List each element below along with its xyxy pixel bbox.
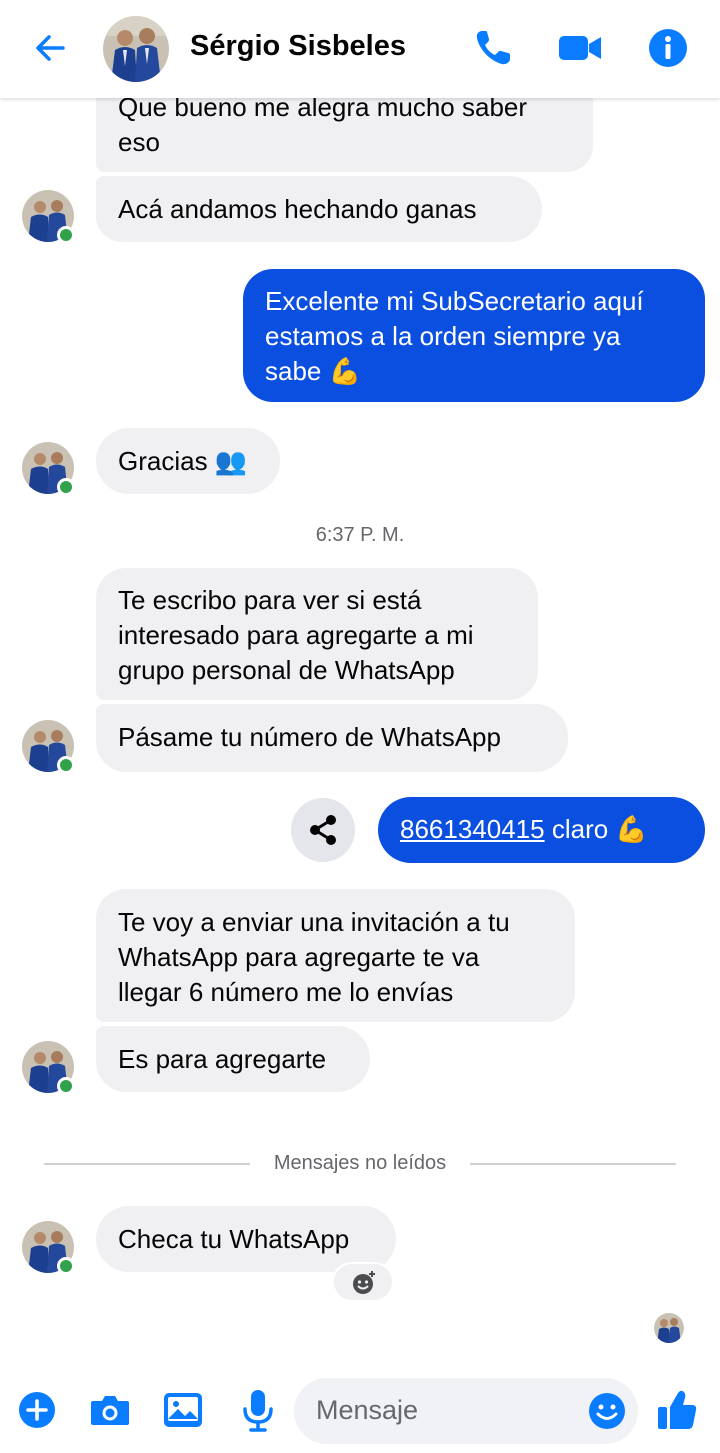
message-input-placeholder: Mensaje: [316, 1395, 419, 1425]
chat-header: Sérgio Sisbeles: [0, 0, 720, 98]
emoji-icon[interactable]: [582, 1385, 632, 1435]
online-status-dot: [57, 1077, 75, 1095]
online-status-dot: [57, 1257, 75, 1275]
message-text: claro 💪: [544, 814, 648, 844]
message-text-line: grupo personal de WhatsApp: [118, 655, 455, 685]
message-text-line: interesado para agregarte a mi: [118, 620, 474, 650]
message-text-line: llegar 6 número me lo envías: [118, 977, 454, 1007]
message-text: Acá andamos hechando ganas: [118, 194, 477, 224]
contact-name[interactable]: Sérgio Sisbeles: [190, 30, 406, 63]
message-bubble-incoming[interactable]: Te escribo para ver si está interesado p…: [96, 568, 538, 700]
message-text-line: WhatsApp para agregarte te va: [118, 942, 480, 972]
microphone-icon[interactable]: [233, 1385, 283, 1435]
plus-icon[interactable]: [12, 1385, 62, 1435]
online-status-dot: [57, 478, 75, 496]
info-icon[interactable]: [645, 25, 691, 71]
back-arrow-icon[interactable]: [30, 28, 70, 68]
phone-icon[interactable]: [470, 25, 516, 71]
message-bubble-incoming[interactable]: Te voy a enviar una invitación a tu What…: [96, 889, 575, 1022]
share-icon: [310, 815, 336, 845]
message-bubble-incoming[interactable]: Es para agregarte: [96, 1026, 370, 1092]
message-text: Gracias 👥: [118, 446, 248, 476]
camera-icon[interactable]: [85, 1385, 135, 1435]
message-bubble-outgoing[interactable]: 8661340415 claro 💪: [378, 797, 705, 863]
share-button[interactable]: [291, 798, 355, 862]
message-text-line: eso: [118, 127, 160, 157]
message-bubble-outgoing[interactable]: Excelente mi SubSecretario aquí estamos …: [243, 269, 705, 402]
message-text: Checa tu WhatsApp: [118, 1224, 350, 1254]
gallery-icon[interactable]: [158, 1385, 208, 1435]
message-text-line: Te escribo para ver si está: [118, 585, 422, 615]
message-bubble-incoming[interactable]: Gracias 👥: [96, 428, 280, 494]
thumbs-up-icon[interactable]: [652, 1385, 702, 1435]
timestamp: 6:37 P. M.: [315, 524, 405, 546]
message-text: Pásame tu número de WhatsApp: [118, 722, 501, 752]
message-bubble-incoming[interactable]: Acá andamos hechando ganas: [96, 176, 542, 242]
divider-line: [470, 1163, 676, 1165]
message-text-line: estamos a la orden siempre ya: [265, 321, 621, 351]
message-text-line: Excelente mi SubSecretario aquí: [265, 286, 644, 316]
phone-number-link[interactable]: 8661340415: [400, 814, 545, 844]
add-reaction-button[interactable]: [332, 1262, 394, 1302]
video-camera-icon[interactable]: [557, 25, 603, 71]
add-reaction-icon: [353, 1271, 375, 1294]
message-text: Es para agregarte: [118, 1044, 327, 1074]
seen-receipt-avatar: [654, 1313, 684, 1343]
contact-avatar[interactable]: [103, 16, 169, 82]
message-text-line: sabe 💪: [265, 356, 361, 386]
message-text-line: Te voy a enviar una invitación a tu: [118, 907, 510, 937]
online-status-dot: [57, 756, 75, 774]
message-bubble-incoming[interactable]: Pásame tu número de WhatsApp: [96, 704, 568, 772]
online-status-dot: [57, 226, 75, 244]
